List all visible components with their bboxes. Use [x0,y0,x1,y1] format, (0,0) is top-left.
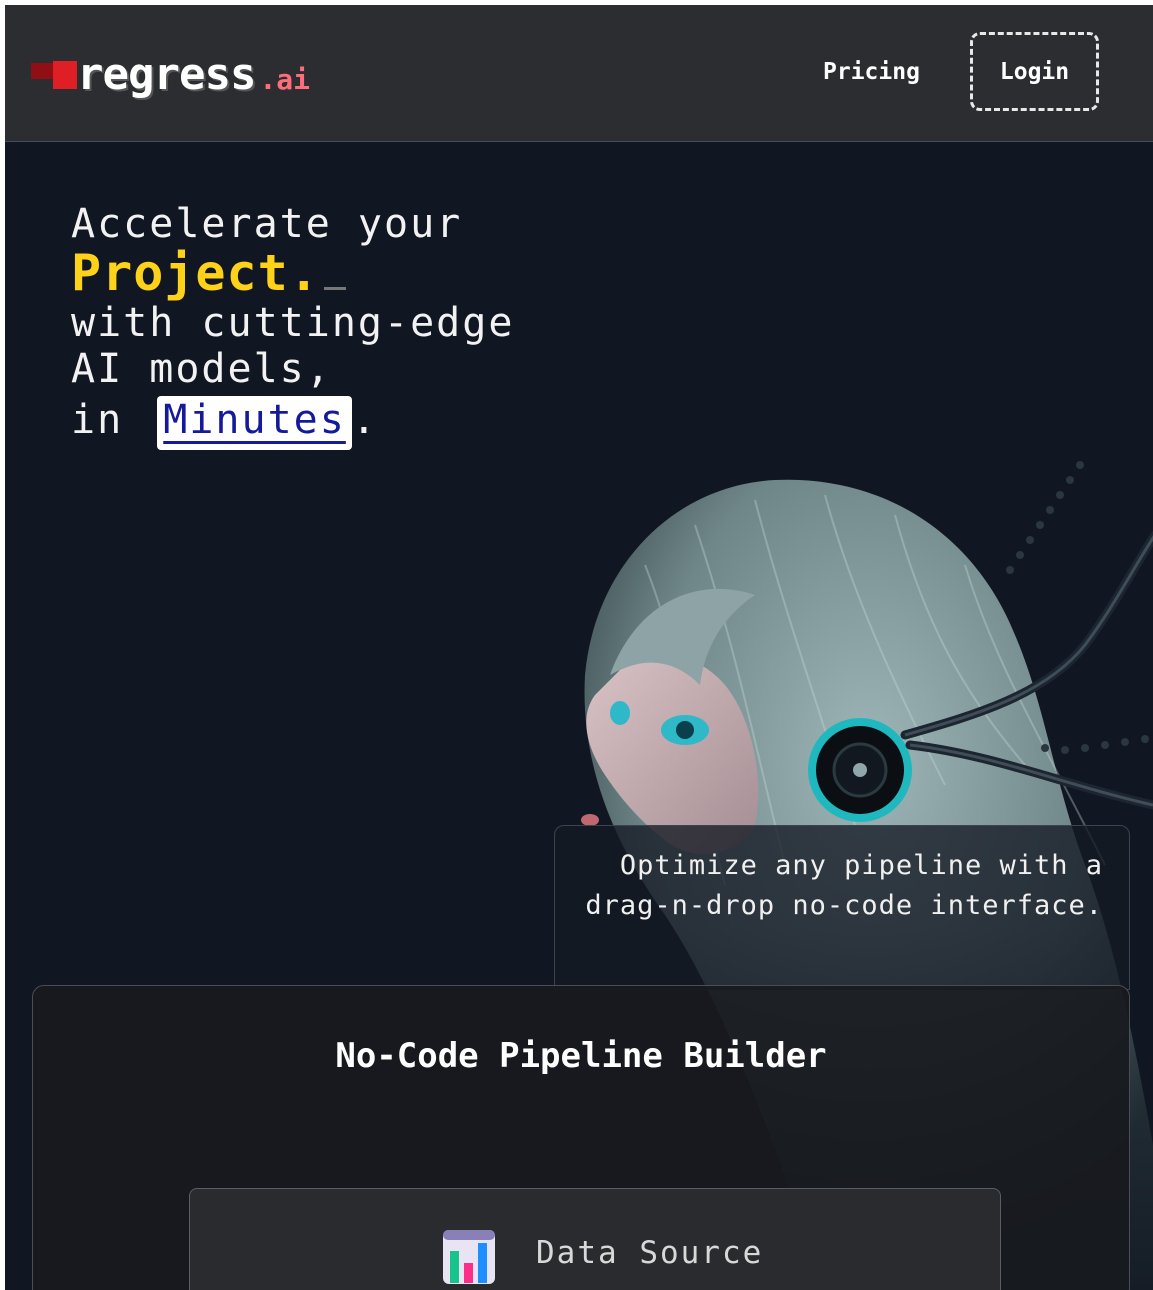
hero-line-3: with cutting-edge [71,300,515,346]
page-frame: regress .ai Pricing Login Accelerate you… [5,5,1153,1290]
feature-caption-card: Optimize any pipeline with a drag-n-drop… [554,825,1130,990]
hero-line-4: AI models, [71,346,332,392]
logo-mark-icon [31,59,77,91]
data-source-label: Data Source [536,1235,764,1271]
top-navbar: regress .ai Pricing Login [5,5,1153,142]
bar-chart-icon [443,1230,495,1284]
hero-line-1: Accelerate your [71,201,463,247]
login-button[interactable]: Login [970,32,1099,111]
feature-caption-text: Optimize any pipeline with a drag-n-drop… [585,850,1103,921]
hero-highlight: Project. [71,244,320,302]
data-source-node[interactable]: Data Source [189,1188,1001,1290]
typing-cursor [323,287,346,290]
brand-logo[interactable]: regress .ai [31,53,310,97]
pipeline-builder-card: No-Code Pipeline Builder Data Source [32,985,1130,1290]
minutes-highlight: Minutes [157,396,352,450]
logo-text: regress [77,49,256,100]
logo-suffix: .ai [259,62,311,96]
builder-title: No-Code Pipeline Builder [335,1036,827,1076]
hero-line-5-suffix: . [351,397,378,443]
hero-headline: Accelerate your Project. with cutting-ed… [71,201,514,450]
hero-line-5-prefix: in [71,397,124,443]
pricing-link[interactable]: Pricing [823,59,920,85]
